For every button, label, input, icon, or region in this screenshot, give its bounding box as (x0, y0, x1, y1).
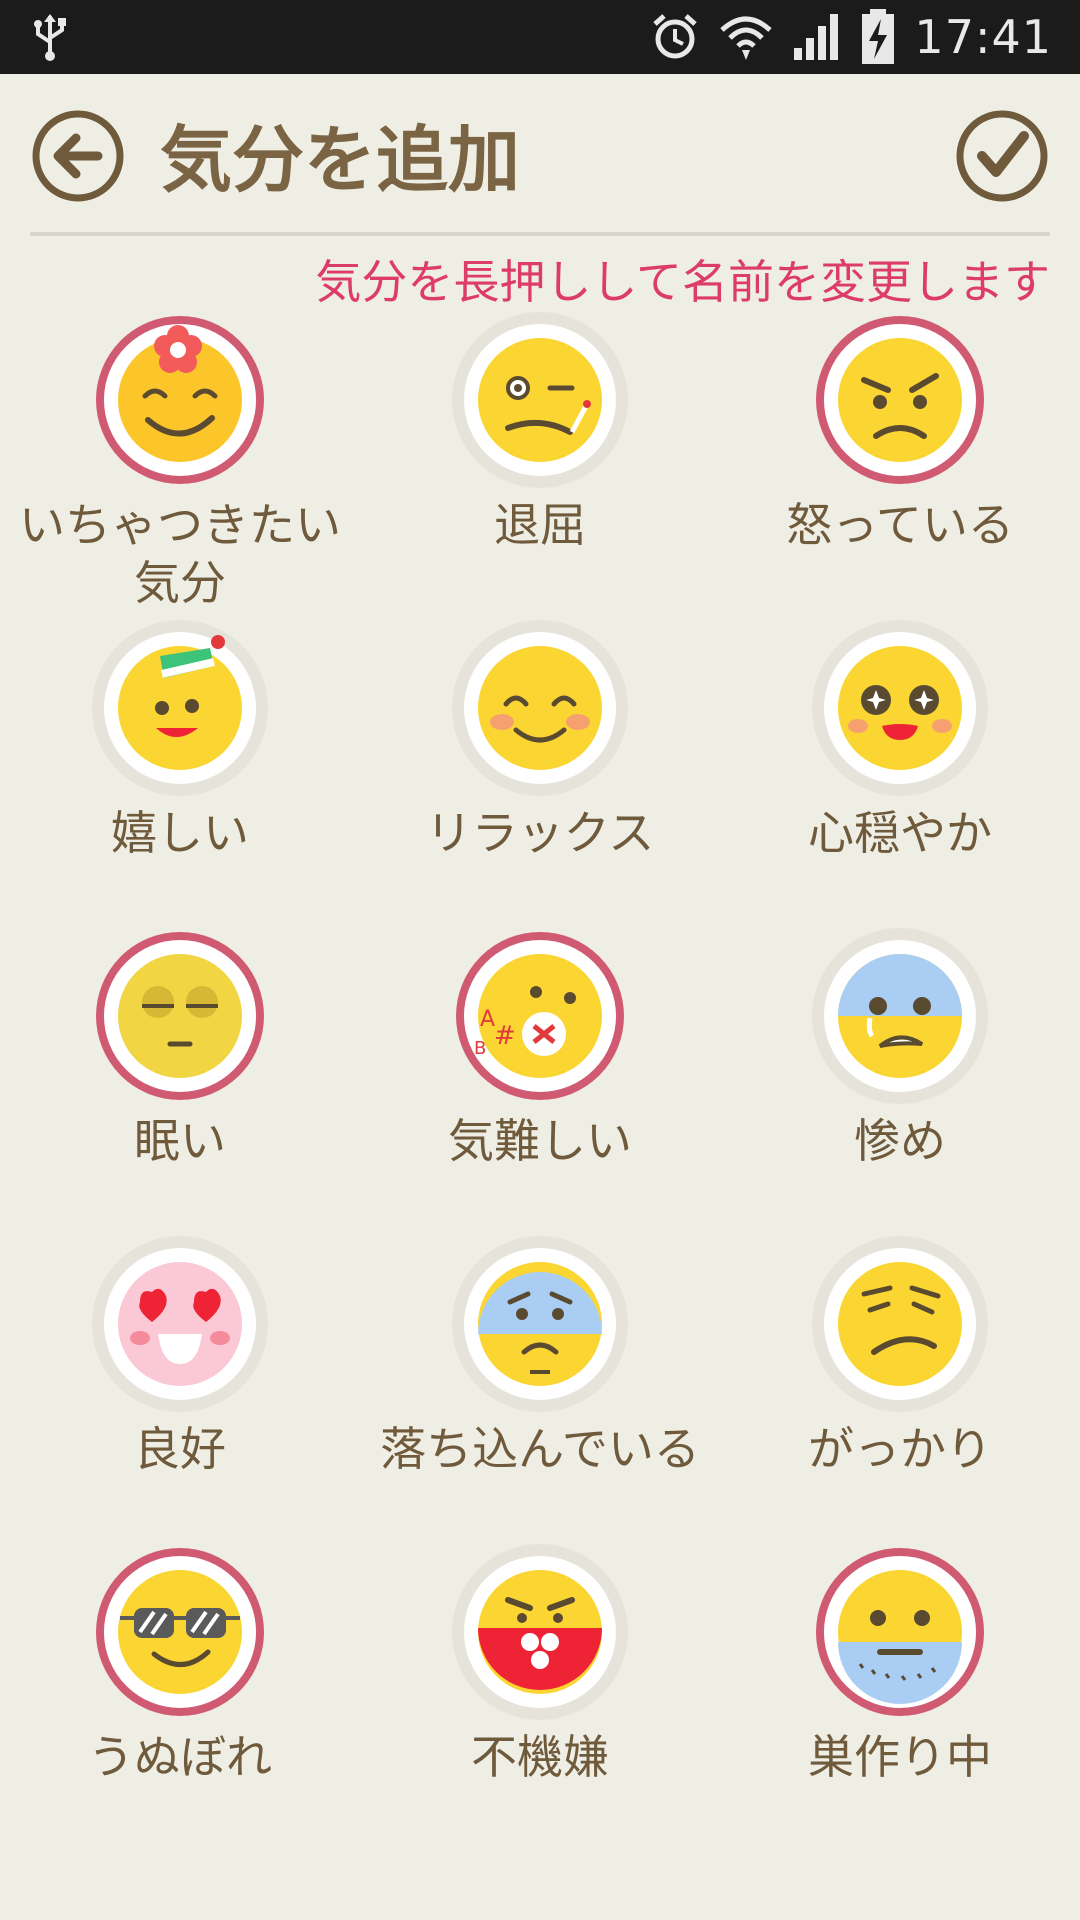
mood-item[interactable]: 心穏やか (720, 618, 1080, 926)
grumpy-face-icon: A # B (450, 926, 630, 1106)
signal-icon (792, 12, 842, 62)
miserable-face-icon (810, 926, 990, 1106)
mood-label: 不機嫌 (471, 1730, 609, 1784)
mood-item[interactable]: いちゃつきたい気分 (0, 310, 360, 618)
mood-item[interactable]: うぬぼれ (0, 1542, 360, 1850)
flirty-face-icon (90, 310, 270, 490)
back-button[interactable] (30, 108, 126, 204)
mood-label: 落ち込んでいる (380, 1422, 700, 1476)
mood-label: リラックス (425, 806, 655, 860)
mood-item[interactable]: 眠い (0, 926, 360, 1234)
mood-label: 巣作り中 (808, 1730, 992, 1784)
moody-face-icon (450, 1542, 630, 1722)
arrow-left-circle-icon (32, 110, 124, 202)
wifi-icon (718, 12, 774, 62)
app-header: 気分を追加 (0, 74, 1080, 234)
depressed-face-icon (450, 1234, 630, 1414)
mood-label: 気難しい (448, 1114, 632, 1168)
mood-label: がっかり (808, 1422, 992, 1476)
relaxed-face-icon (450, 618, 630, 798)
mood-item[interactable]: 嬉しい (0, 618, 360, 926)
mood-label: 退屈 (494, 498, 586, 552)
clock: 17:41 (914, 10, 1052, 64)
mood-item[interactable]: 巣作り中 (720, 1542, 1080, 1850)
bored-face-icon (450, 310, 630, 490)
mood-label: うぬぼれ (88, 1730, 272, 1784)
angry-face-icon (810, 310, 990, 490)
cool-face-icon (90, 1542, 270, 1722)
header-divider (30, 232, 1050, 236)
battery-charging-icon (860, 9, 896, 65)
usb-icon (30, 12, 70, 62)
nesting-face-icon (810, 1542, 990, 1722)
status-bar: 17:41 (0, 0, 1080, 74)
mood-item[interactable]: 不機嫌 (360, 1542, 720, 1850)
svg-text:A: A (480, 1007, 495, 1032)
check-circle-icon (956, 110, 1048, 202)
disappointed-face-icon (810, 1234, 990, 1414)
confirm-button[interactable] (954, 108, 1050, 204)
mood-label: 眠い (134, 1114, 226, 1168)
mood-label: 嬉しい (111, 806, 249, 860)
mood-label: いちゃつきたい気分 (19, 498, 341, 610)
mood-item[interactable]: 落ち込んでいる (360, 1234, 720, 1542)
svg-text:#: # (494, 1021, 516, 1051)
mood-item[interactable]: 惨め (720, 926, 1080, 1234)
calm-face-icon (810, 618, 990, 798)
mood-label: 惨め (854, 1114, 946, 1168)
mood-label: 心穏やか (808, 806, 992, 860)
mood-item[interactable]: 退屈 (360, 310, 720, 618)
love-face-icon (90, 1234, 270, 1414)
hint-text: 気分を長押しして名前を変更します (315, 255, 1050, 309)
mood-label: 良好 (134, 1422, 226, 1476)
sleepy-face-icon (90, 926, 270, 1106)
mood-item[interactable]: リラックス (360, 618, 720, 926)
mood-item[interactable]: 怒っている (720, 310, 1080, 618)
page-title: 気分を追加 (160, 118, 521, 202)
mood-item[interactable]: 良好 (0, 1234, 360, 1542)
svg-text:B: B (474, 1038, 486, 1059)
alarm-icon (650, 12, 700, 62)
mood-item[interactable]: がっかり (720, 1234, 1080, 1542)
happy-face-icon (90, 618, 270, 798)
mood-item[interactable]: A # B 気難しい (360, 926, 720, 1234)
mood-label: 怒っている (786, 498, 1014, 552)
